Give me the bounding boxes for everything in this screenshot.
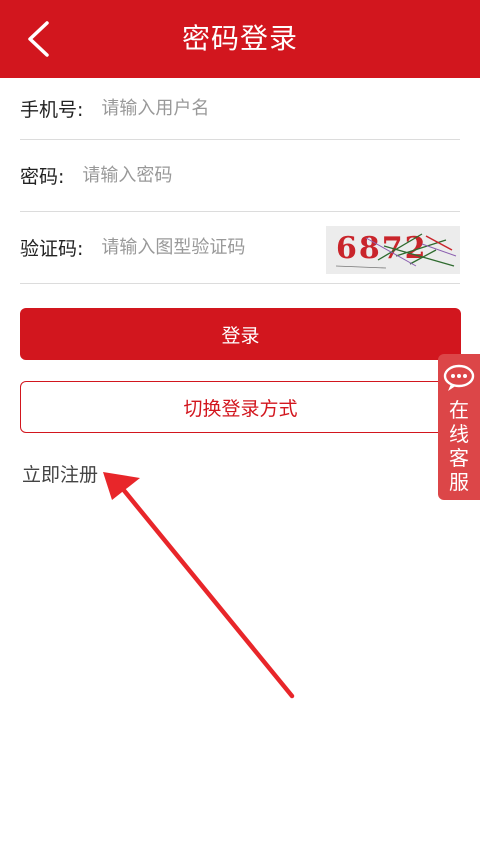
phone-label: 手机号: xyxy=(20,99,84,121)
phone-row: 手机号: xyxy=(20,78,460,140)
login-button[interactable]: 登录 xyxy=(20,308,461,360)
password-row: 密码: xyxy=(20,140,460,212)
password-label: 密码: xyxy=(20,166,65,188)
header-bar: 密码登录 xyxy=(0,0,480,78)
captcha-row: 验证码: 6872 xyxy=(20,212,460,284)
captcha-label: 验证码: xyxy=(20,238,84,260)
phone-input[interactable] xyxy=(101,88,460,129)
online-service-tab[interactable]: 在线客服 xyxy=(438,354,480,500)
password-input[interactable] xyxy=(82,155,460,196)
captcha-code: 6872 xyxy=(336,231,428,266)
online-service-label: 在线客服 xyxy=(449,398,469,494)
login-form: 手机号: 密码: 验证码: 6872 xyxy=(20,78,460,284)
chat-bubble-icon xyxy=(443,364,475,391)
switch-login-method-button[interactable]: 切换登录方式 xyxy=(20,381,461,433)
captcha-image[interactable]: 6872 xyxy=(326,226,460,274)
register-link[interactable]: 立即注册 xyxy=(22,460,98,487)
page-title: 密码登录 xyxy=(181,22,298,55)
captcha-input[interactable] xyxy=(101,227,322,268)
